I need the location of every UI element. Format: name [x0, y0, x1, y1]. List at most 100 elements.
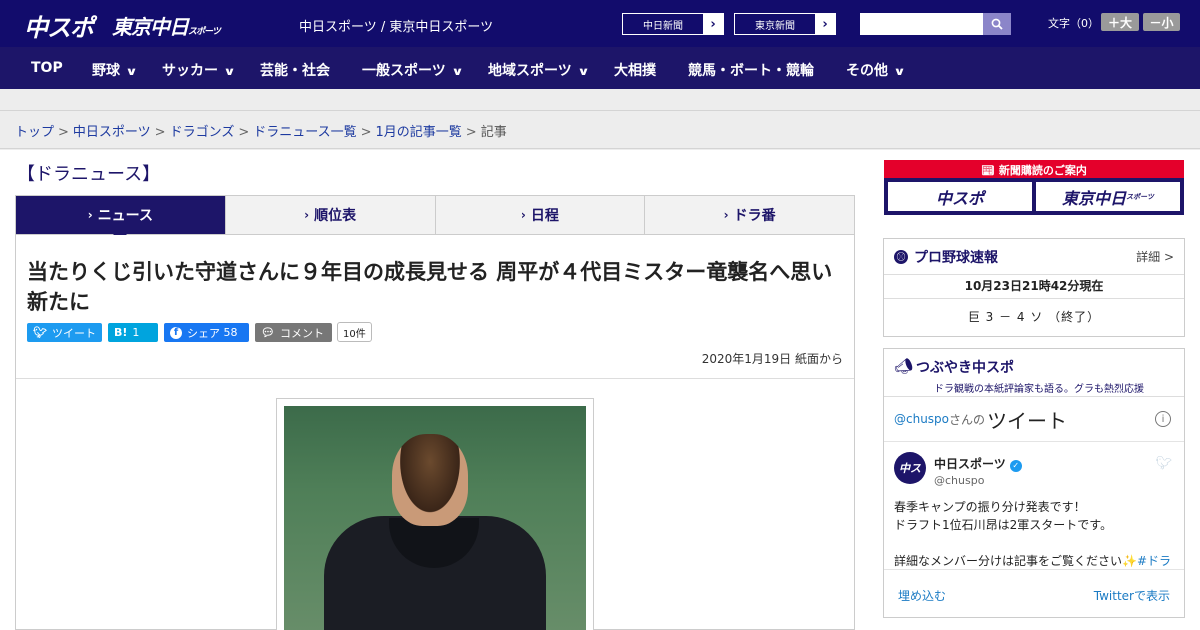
tweet-author-name[interactable]: 中日スポーツ ✓ [934, 455, 1022, 472]
section-tabs: › ニュース › 順位表 › 日程 › ドラ番 [15, 195, 855, 241]
tweet-hashtag[interactable]: #ドラ [1137, 554, 1171, 568]
site-names: 中日スポーツ / 東京中日スポーツ [299, 20, 494, 35]
subscription-title-text: 新聞購読のご案内 [998, 164, 1087, 177]
tweet-line-2: ドラフト1位石川昂は2軍スタートです。 [894, 518, 1113, 532]
search-input[interactable] [860, 13, 983, 35]
info-icon[interactable]: i [1155, 411, 1171, 427]
tab-label: ニュース [97, 208, 153, 224]
chevron-right-icon: › [815, 14, 835, 34]
tokyo-logo-text: 東京中日 [112, 15, 189, 39]
embed-link[interactable]: 埋め込む [898, 587, 946, 604]
subscribe-tokyo-small: スポーツ [1126, 192, 1154, 201]
breadcrumb-separator: > [58, 125, 69, 140]
chuspo-logo[interactable]: 中スポ [24, 8, 94, 43]
tab-standings[interactable]: › 順位表 [226, 196, 436, 234]
baseball-scores-box: ⚾︎ プロ野球速報 詳細 > 10月23日21時42分現在 巨 3 － 4 ソ … [883, 238, 1185, 337]
game-score[interactable]: 巨 3 － 4 ソ （終了） [884, 299, 1184, 336]
comment-button[interactable]: 💬︎ コメント [255, 323, 332, 342]
view-on-twitter-link[interactable]: Twitterで表示 [1094, 587, 1170, 604]
megaphone-icon: 📣︎ [894, 357, 914, 375]
baseball-detail-link[interactable]: 詳細 > [1136, 248, 1174, 265]
font-size-label: 文字（0） [1048, 17, 1099, 30]
breadcrumb-top[interactable]: トップ [15, 125, 54, 140]
nav-item-soccer[interactable]: サッカー ∨ [162, 60, 236, 80]
twitter-timeline-header: @chuspo さんの ツイート i [884, 397, 1184, 442]
search-button[interactable] [983, 13, 1011, 35]
facebook-share-button[interactable]: f シェア 58 [164, 323, 249, 342]
section-title: 【ドラニュース】 [17, 164, 161, 185]
chevron-down-icon: ∨ [450, 65, 464, 78]
tweet-line-3: 詳細なメンバー分けは記事をご覧ください [894, 554, 1123, 568]
tweet-item[interactable]: 中ス 中日スポーツ ✓ @chuspo 🐦︎ 春季キャンプの振り分け発表です！ ドラ… [884, 442, 1184, 570]
tab-label: 順位表 [314, 208, 357, 224]
twitter-box: 📣︎ つぶやき中スポ ドラ観戦の本紙評論家も語る。グラも熱烈応援 @chuspo… [883, 348, 1185, 618]
nav-item-sumo[interactable]: 大相撲 [614, 60, 656, 80]
nav-item-general-sports[interactable]: 一般スポーツ ∨ [362, 60, 464, 80]
tweet-author-handle[interactable]: @chuspo [934, 474, 984, 487]
search-icon [991, 18, 1003, 30]
photo-head [392, 434, 468, 526]
nav-item-other[interactable]: その他 ∨ [846, 60, 906, 80]
breadcrumb-dra-news-list[interactable]: ドラニュース一覧 [253, 125, 356, 140]
tab-dora-ban[interactable]: › ドラ番 [645, 196, 854, 234]
tokyo-shimbun-link[interactable]: 東京新聞 › [734, 13, 836, 35]
font-size-increase-button[interactable]: ＋大 [1101, 13, 1139, 31]
twitter-box-title: つぶやき中スポ [916, 360, 1014, 376]
chevron-down-icon: ∨ [893, 65, 906, 78]
baseball-box-title: プロ野球速報 [914, 249, 998, 266]
nav-label: TOP [31, 60, 63, 76]
hatena-bookmark-button[interactable]: B! 1 [108, 323, 158, 342]
breadcrumb-separator: > [154, 125, 166, 140]
divider [16, 378, 854, 379]
subscribe-tokyo-logo[interactable]: 東京中日 スポーツ [1036, 182, 1180, 211]
article-photo[interactable] [284, 406, 586, 630]
nav-label: サッカー [162, 63, 218, 79]
font-size-decrease-button[interactable]: －小 [1143, 13, 1180, 31]
tweet-author-text: 中日スポーツ [934, 457, 1006, 471]
chevron-right-icon: › [703, 14, 723, 34]
avatar[interactable]: 中ス [894, 452, 926, 484]
chevron-down-icon: ∨ [223, 65, 236, 78]
breadcrumb-chunichi-sports[interactable]: 中日スポーツ [73, 125, 151, 140]
tokyo-shimbun-label: 東京新聞 [755, 20, 795, 32]
tab-news[interactable]: › ニュース [16, 196, 226, 241]
breadcrumb-january-list[interactable]: 1月の記事一覧 [376, 125, 462, 140]
tweet-label: ツイート [51, 326, 96, 340]
subscribe-chuspo-logo[interactable]: 中スポ [888, 182, 1032, 211]
chevron-right-icon: › [520, 208, 526, 222]
breadcrumb-current: 記事 [480, 125, 507, 140]
tab-schedule[interactable]: › 日程 [436, 196, 646, 234]
comment-count[interactable]: 10件 [337, 322, 372, 342]
tweet-line-1: 春季キャンプの振り分け発表です！ [894, 500, 1086, 514]
nav-label: 地域スポーツ [488, 63, 572, 79]
category-nav: TOP 野球 ∨ サッカー ∨ 芸能・社会 一般スポーツ ∨ 地域スポーツ ∨ 大相撲 … [0, 47, 1200, 89]
twitter-box-header: 📣︎ つぶやき中スポ ドラ観戦の本紙評論家も語る。グラも熱烈応援 [884, 349, 1184, 397]
facebook-icon: f [170, 326, 182, 339]
nav-item-racing[interactable]: 競馬・ボート・競輪 [688, 60, 814, 80]
tweet-button[interactable]: 🐦︎ ツイート [27, 323, 102, 342]
twitter-bird-icon: 🐦︎ [1155, 456, 1172, 471]
article-date: 2020年1月19日 紙面から [701, 352, 843, 366]
nav-item-local-sports[interactable]: 地域スポーツ ∨ [488, 60, 589, 80]
subscribe-tokyo-text: 東京中日 [1062, 188, 1127, 208]
breadcrumb-dragons[interactable]: ドラゴンズ [170, 125, 235, 140]
nav-label: 一般スポーツ [362, 63, 446, 79]
tokyo-chunichi-logo[interactable]: 東京中日スポーツ [112, 11, 221, 40]
nav-item-top[interactable]: TOP [31, 60, 63, 76]
nav-item-baseball[interactable]: 野球 ∨ [92, 60, 138, 80]
nav-item-entertainment[interactable]: 芸能・社会 [260, 60, 330, 80]
breadcrumb-separator: > [465, 125, 477, 140]
tokyo-logo-small: スポーツ [188, 27, 221, 37]
nav-label: 大相撲 [614, 63, 656, 79]
breadcrumb-separator: > [360, 125, 372, 140]
tab-label: 日程 [530, 208, 559, 224]
twitter-handle-link[interactable]: @chuspo [894, 412, 949, 426]
speech-bubble-icon: 💬︎ [261, 326, 275, 339]
breadcrumb: トップ > 中日スポーツ > ドラゴンズ > ドラニュース一覧 >1月の記事一覧 > 記事 [0, 111, 1200, 149]
score-timestamp: 10月23日21時42分現在 [884, 275, 1184, 299]
verified-badge-icon: ✓ [1009, 460, 1022, 472]
subscription-title: 📰︎ 新聞購読のご案内 [884, 162, 1184, 178]
newspaper-icon: 📰︎ [981, 164, 996, 177]
chunichi-shimbun-link[interactable]: 中日新聞 › [622, 13, 724, 35]
baseball-icon: ⚾︎ [894, 249, 908, 264]
